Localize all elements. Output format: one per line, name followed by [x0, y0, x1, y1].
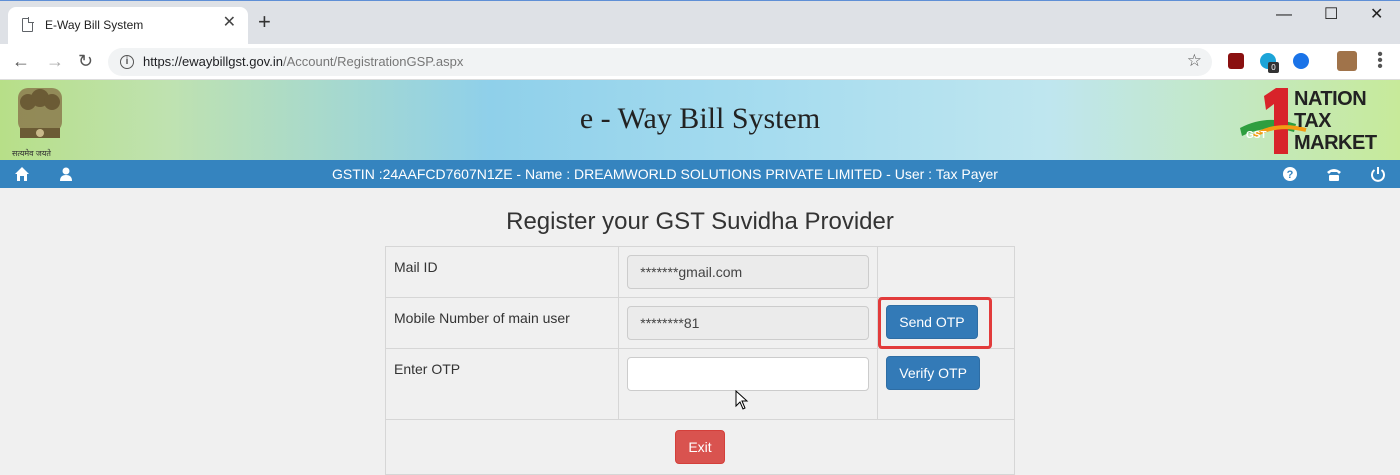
page-icon — [22, 17, 34, 32]
extension-icon[interactable] — [1293, 53, 1309, 69]
top-navbar: GSTIN :24AAFCD7607N1ZE - Name : DREAMWOR… — [0, 160, 1400, 188]
browser-tab-strip: E-Way Bill System ✕ + — ☐ ✕ — [0, 0, 1400, 45]
ublock-extension-icon[interactable] — [1228, 53, 1244, 69]
url-path: /Account/RegistrationGSP.aspx — [282, 54, 464, 69]
forward-icon[interactable]: → — [46, 50, 64, 72]
verify-otp-button[interactable]: Verify OTP — [886, 356, 980, 390]
enter-otp-label: Enter OTP — [384, 348, 620, 420]
logo-line-1: NATION — [1294, 88, 1367, 110]
maximize-button[interactable]: ☐ — [1324, 5, 1338, 25]
power-icon[interactable] — [1370, 166, 1386, 182]
exit-cell: Exit — [385, 419, 1015, 475]
avatar[interactable] — [1337, 51, 1357, 71]
close-icon[interactable]: ✕ — [223, 15, 236, 31]
logo-line-3: MARKET — [1294, 132, 1377, 154]
info-icon[interactable]: i — [120, 55, 134, 69]
table-row: Enter OTP Verify OTP — [384, 348, 1015, 420]
exit-button[interactable]: Exit — [675, 430, 725, 464]
mobile-number-label: Mobile Number of main user — [384, 297, 620, 349]
mail-id-label: Mail ID — [384, 246, 620, 298]
browser-tab[interactable]: E-Way Bill System ✕ — [8, 7, 248, 45]
url-text: https://ewaybillgst.gov.in/Account/Regis… — [143, 54, 463, 69]
window-close-button[interactable]: ✕ — [1370, 5, 1383, 25]
url-host: https://ewaybillgst.gov.in — [143, 54, 283, 69]
site-title: e - Way Bill System — [579, 102, 821, 135]
address-bar[interactable]: i https://ewaybillgst.gov.in/Account/Reg… — [108, 48, 1212, 76]
table-row: Mail ID — [384, 246, 1015, 298]
otp-input[interactable] — [627, 357, 870, 391]
mouse-cursor-icon — [735, 390, 749, 410]
registration-form: Mail ID Mobile Number of main user Send … — [384, 246, 1015, 475]
gstin-info-text: GSTIN :24AAFCD7607N1ZE - Name : DREAMWOR… — [332, 166, 998, 182]
page-title: Register your GST Suvidha Provider — [506, 208, 894, 235]
back-icon[interactable]: ← — [12, 50, 30, 72]
site-banner: सत्यमेव जयते e - Way Bill System GST NAT… — [0, 80, 1400, 160]
mail-id-field[interactable] — [627, 255, 870, 289]
reload-icon[interactable]: ↻ — [78, 50, 93, 72]
svg-text:?: ? — [1287, 169, 1294, 181]
logo-line-2: TAX — [1294, 110, 1332, 132]
verify-otp-cell: Verify OTP — [877, 348, 1015, 420]
empty-cell — [877, 246, 1015, 298]
minimize-button[interactable]: — — [1276, 5, 1292, 25]
mobile-number-field[interactable] — [627, 306, 870, 340]
browser-toolbar: ← → ↻ i https://ewaybillgst.gov.in/Accou… — [0, 44, 1400, 80]
bookmark-star-icon[interactable]: ☆ — [1187, 51, 1202, 71]
logo-text: NATION TAX MARKET — [1294, 88, 1377, 154]
emblem-caption: सत्यमेव जयते — [12, 149, 51, 158]
extension-badge: 0 — [1268, 62, 1279, 73]
tab-title: E-Way Bill System — [45, 18, 144, 32]
send-otp-highlight — [878, 297, 992, 349]
help-icon[interactable]: ? — [1282, 166, 1298, 182]
phone-icon[interactable] — [1326, 166, 1342, 182]
logo-gst-text: GST — [1246, 130, 1267, 141]
new-tab-button[interactable]: + — [258, 11, 271, 33]
table-row: Exit — [385, 419, 1015, 475]
mail-id-cell — [618, 246, 879, 298]
mobile-number-cell — [618, 297, 879, 349]
browser-menu-icon[interactable]: • • • — [1377, 47, 1383, 75]
